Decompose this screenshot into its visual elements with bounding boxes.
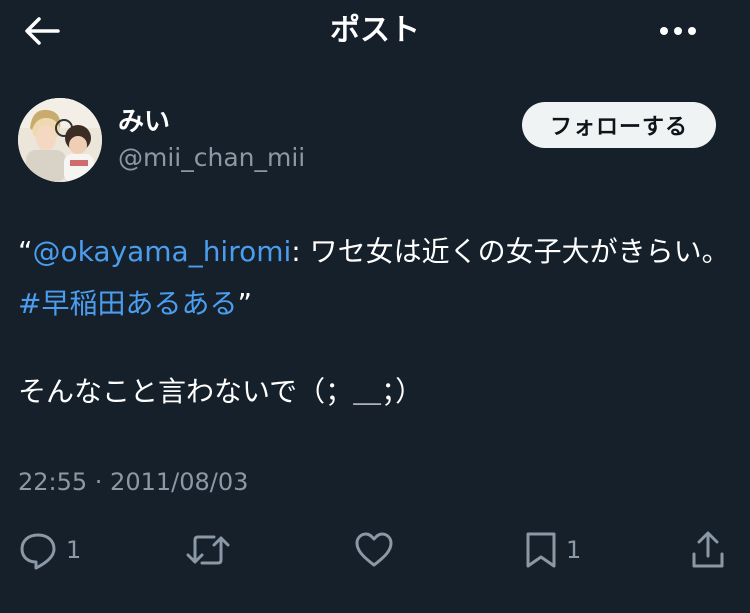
mention-link[interactable]: @okayama_hiromi (33, 235, 292, 268)
action-bar: 1 1 (0, 522, 750, 578)
post-reply-text: そんなこと言わないで（；＿；） (18, 375, 424, 408)
like-icon (354, 530, 394, 570)
reply-count: 1 (66, 536, 82, 564)
bookmark-icon (524, 530, 558, 570)
like-button[interactable] (354, 528, 394, 572)
avatar-image (18, 98, 102, 182)
post-text: “@okayama_hiromi: ワセ女は近くの女子大がきらい。 #早稲田ある… (18, 226, 730, 418)
follow-button[interactable]: フォローする (522, 102, 716, 148)
more-button[interactable] (658, 14, 698, 48)
page-title: ポスト (330, 13, 420, 48)
post-body-text: : ワセ女は近くの女子大がきらい。 (291, 235, 744, 268)
reply-icon (18, 530, 58, 570)
user-handle[interactable]: @mii_chan_mii (118, 142, 305, 174)
share-icon (690, 530, 726, 570)
repost-icon (186, 530, 230, 570)
display-name[interactable]: みい (118, 106, 170, 138)
bookmark-button[interactable]: 1 (524, 528, 581, 572)
author-row: みい @mii_chan_mii フォローする (18, 98, 732, 184)
more-icon (659, 26, 697, 36)
bookmark-count: 1 (566, 536, 582, 564)
open-quote: “ (18, 235, 33, 268)
close-quote: ” (237, 287, 252, 320)
reply-button[interactable]: 1 (18, 528, 81, 572)
avatar[interactable] (18, 98, 102, 182)
post-timestamp[interactable]: 22:55 · 2011/08/03 (18, 466, 248, 498)
hashtag-link[interactable]: #早稲田あるある (18, 287, 237, 320)
repost-button[interactable] (186, 528, 230, 572)
share-button[interactable] (690, 528, 726, 572)
top-bar: ポスト (0, 0, 750, 62)
